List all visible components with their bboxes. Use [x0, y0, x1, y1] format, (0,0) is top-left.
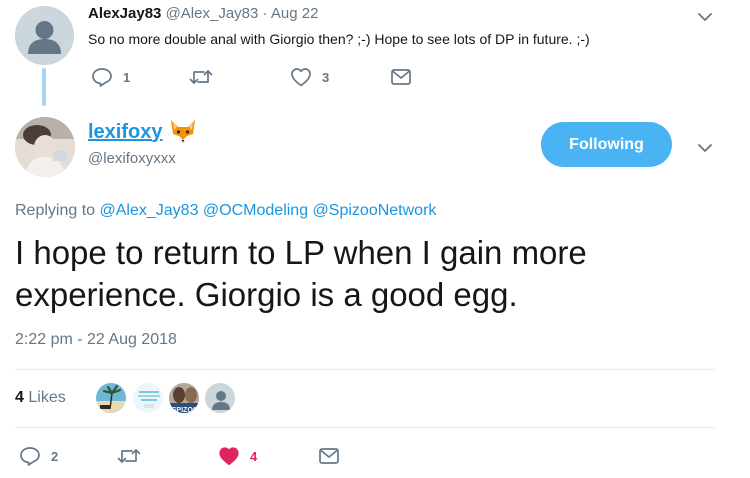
ocmodeling-logo-icon — [133, 383, 163, 413]
svg-text:SPIZOO: SPIZOO — [172, 407, 199, 414]
following-button[interactable]: Following — [541, 122, 672, 167]
likes-stat[interactable]: 4 Likes — [15, 389, 66, 407]
parent-more-chevron-icon[interactable] — [696, 8, 714, 31]
lexifoxy-handle[interactable]: @lexifoxyxxx — [88, 150, 176, 167]
envelope-icon — [391, 69, 411, 85]
parent-tweet-header: AlexJay83 @Alex_Jay83 · Aug 22 — [88, 5, 318, 22]
default-profile-icon — [205, 383, 235, 413]
replying-to-line: Replying to @Alex_Jay83 @OCModeling @Spi… — [15, 202, 436, 220]
liker-default-avatar[interactable] — [204, 382, 236, 414]
parent-retweet-button[interactable] — [189, 67, 223, 87]
heart-outline-icon — [291, 68, 311, 87]
envelope-icon — [319, 448, 339, 464]
likes-count: 4 — [15, 389, 24, 406]
parent-handle[interactable]: @Alex_Jay83 — [166, 5, 259, 22]
profile-photo-icon — [15, 117, 75, 177]
display-name-text[interactable]: lexifoxy — [88, 121, 162, 144]
divider — [15, 427, 715, 428]
spizoo-logo-icon: SPIZOO — [169, 383, 199, 414]
parent-reply-button[interactable]: 1 — [91, 67, 130, 87]
liker-ocmodeling-avatar[interactable] — [132, 382, 164, 414]
parent-like-count: 3 — [322, 69, 330, 85]
heart-filled-icon — [219, 447, 239, 466]
default-profile-icon — [15, 6, 74, 65]
dm-button[interactable] — [318, 446, 340, 466]
mention-link[interactable]: @Alex_Jay83 — [100, 202, 199, 219]
liker-beach-avatar[interactable] — [95, 382, 127, 414]
parent-tweet-text: So no more double anal with Giorgio then… — [88, 31, 590, 47]
reply-button[interactable]: 2 — [19, 446, 58, 466]
retweet-icon — [189, 70, 213, 84]
parent-date[interactable]: · Aug 22 — [263, 5, 319, 22]
reply-icon — [20, 447, 40, 466]
tweet-timestamp[interactable]: 2:22 pm - 22 Aug 2018 — [15, 331, 177, 349]
tweet-text: I hope to return to LP when I gain more … — [15, 234, 587, 313]
retweet-button[interactable] — [117, 446, 151, 466]
divider — [15, 369, 715, 370]
parent-like-button[interactable]: 3 — [290, 67, 329, 87]
parent-reply-count: 1 — [123, 69, 131, 85]
lexifoxy-avatar[interactable] — [15, 117, 75, 177]
reply-icon — [92, 68, 112, 87]
lexifoxy-display-name[interactable]: lexifoxy — [88, 118, 198, 146]
beach-photo-icon — [96, 383, 126, 413]
retweet-icon — [117, 449, 141, 463]
tweet-more-chevron-icon[interactable] — [696, 139, 714, 162]
like-count: 4 — [250, 448, 258, 464]
reply-count: 2 — [51, 448, 59, 464]
replying-prefix: Replying to — [15, 202, 96, 219]
fox-face-icon — [171, 120, 196, 144]
like-button[interactable]: 4 — [218, 446, 257, 466]
thread-connector-line — [42, 68, 46, 106]
liker-spizoo-avatar[interactable]: SPIZOO — [168, 382, 200, 414]
mention-link[interactable]: @SpizooNetwork — [313, 202, 437, 219]
mention-link[interactable]: @OCModeling — [203, 202, 308, 219]
parent-dm-button[interactable] — [390, 67, 412, 87]
parent-display-name[interactable]: AlexJay83 — [88, 5, 161, 22]
parent-avatar[interactable] — [15, 6, 74, 65]
likes-label: Likes — [28, 389, 66, 406]
